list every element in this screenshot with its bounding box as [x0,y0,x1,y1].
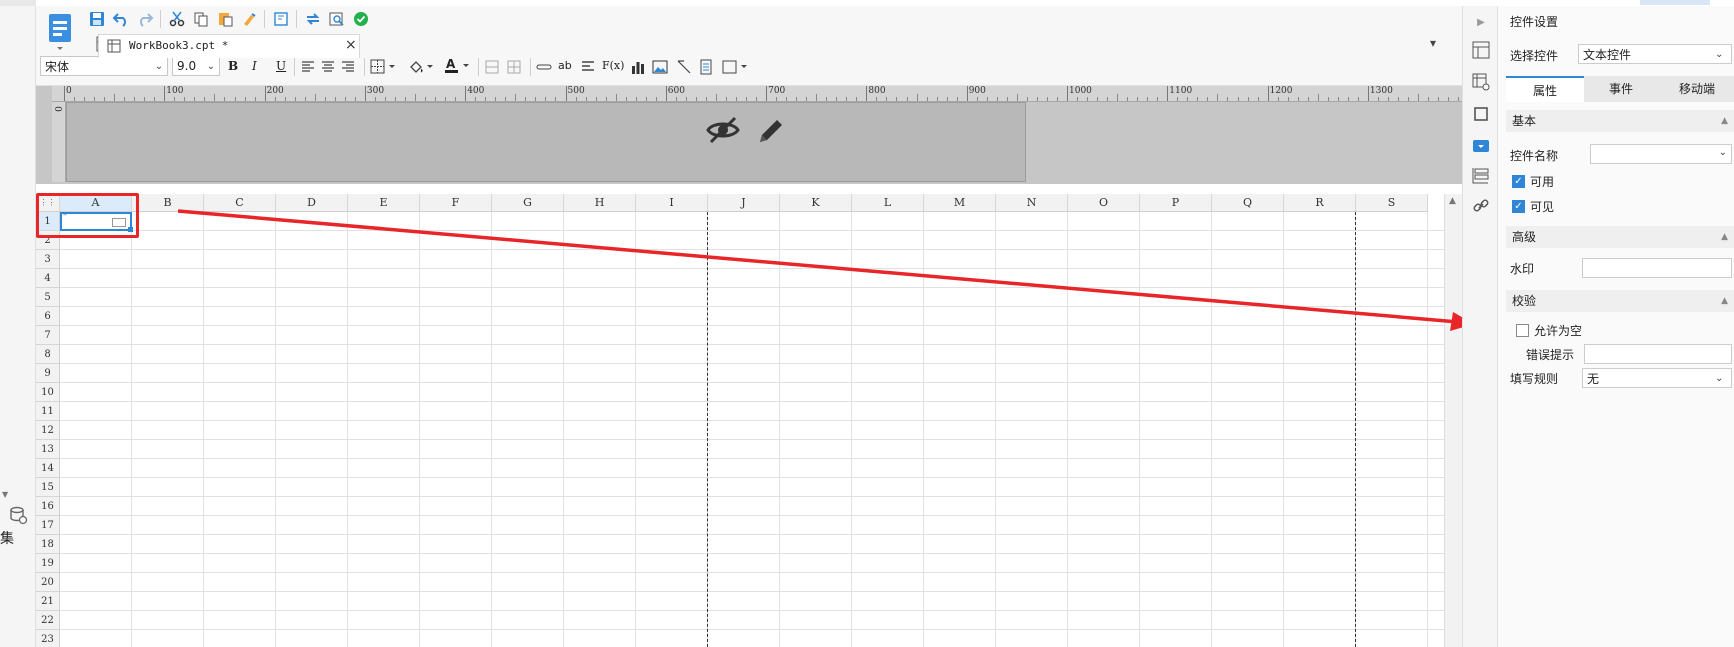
error-hint-field[interactable] [1584,344,1732,364]
collapse-icon: ▲ [1721,296,1728,306]
enabled-label: 可用 [1530,175,1555,189]
fill-rule-select[interactable]: 无 ⌄ [1582,368,1732,388]
hyperlink-icon[interactable] [1471,196,1491,216]
visible-label: 可见 [1530,200,1555,214]
section-advanced-label: 高级 [1512,230,1537,244]
layout-icon[interactable] [1471,40,1491,60]
allow-empty-label: 允许为空 [1534,324,1583,338]
widget-name-field[interactable]: ⌄ [1590,144,1732,164]
widget-name-label: 控件名称 [1510,149,1559,163]
tab-properties[interactable]: 属性 [1506,76,1584,102]
watermark-label: 水印 [1510,262,1535,276]
fill-rule-value: 无 [1587,371,1600,386]
frame-icon[interactable] [1471,104,1491,124]
panel-title: 控件设置 [1510,15,1559,29]
chevron-down-icon: ⌄ [1718,147,1727,158]
watermark-field[interactable] [1582,258,1732,278]
chevron-down-icon: ⌄ [1715,372,1724,384]
collapse-icon: ▲ [1721,116,1728,126]
tab-events[interactable]: 事件 [1586,76,1656,102]
tab-mobile[interactable]: 移动端 [1660,76,1734,102]
widget-type-select[interactable]: 文本控件 ⌄ [1578,44,1732,64]
widget-settings-panel: 控件设置 选择控件 文本控件 ⌄ 属性 事件 移动端 基本 ▲ 控件名称 ⌄ ✓ … [1498,6,1734,647]
expand-arrow-icon[interactable]: ▶ [1471,12,1491,32]
section-basic[interactable]: 基本 ▲ [1506,110,1734,132]
widget-type-value: 文本控件 [1583,47,1632,62]
chevron-down-icon: ⌄ [1715,48,1724,60]
section-validation[interactable]: 校验 ▲ [1506,290,1734,312]
visible-checkbox[interactable]: ✓ [1512,200,1525,213]
allow-empty-checkbox[interactable] [1516,324,1529,337]
fill-rule-label: 填写规则 [1510,372,1559,386]
select-widget-label: 选择控件 [1510,49,1559,63]
section-basic-label: 基本 [1512,114,1537,128]
top-right-tab-sliver [1640,0,1710,5]
enabled-checkbox[interactable]: ✓ [1512,175,1525,188]
cell-attribute-icon[interactable] [1471,72,1491,92]
error-hint-label: 错误提示 [1526,348,1575,362]
section-advanced[interactable]: 高级 ▲ [1506,226,1734,248]
condition-icon[interactable] [1471,166,1491,186]
right-icon-column: ▶ [1462,6,1498,647]
widget-settings-icon[interactable] [1471,136,1491,156]
section-validation-label: 校验 [1512,294,1537,308]
collapse-icon: ▲ [1721,232,1728,242]
